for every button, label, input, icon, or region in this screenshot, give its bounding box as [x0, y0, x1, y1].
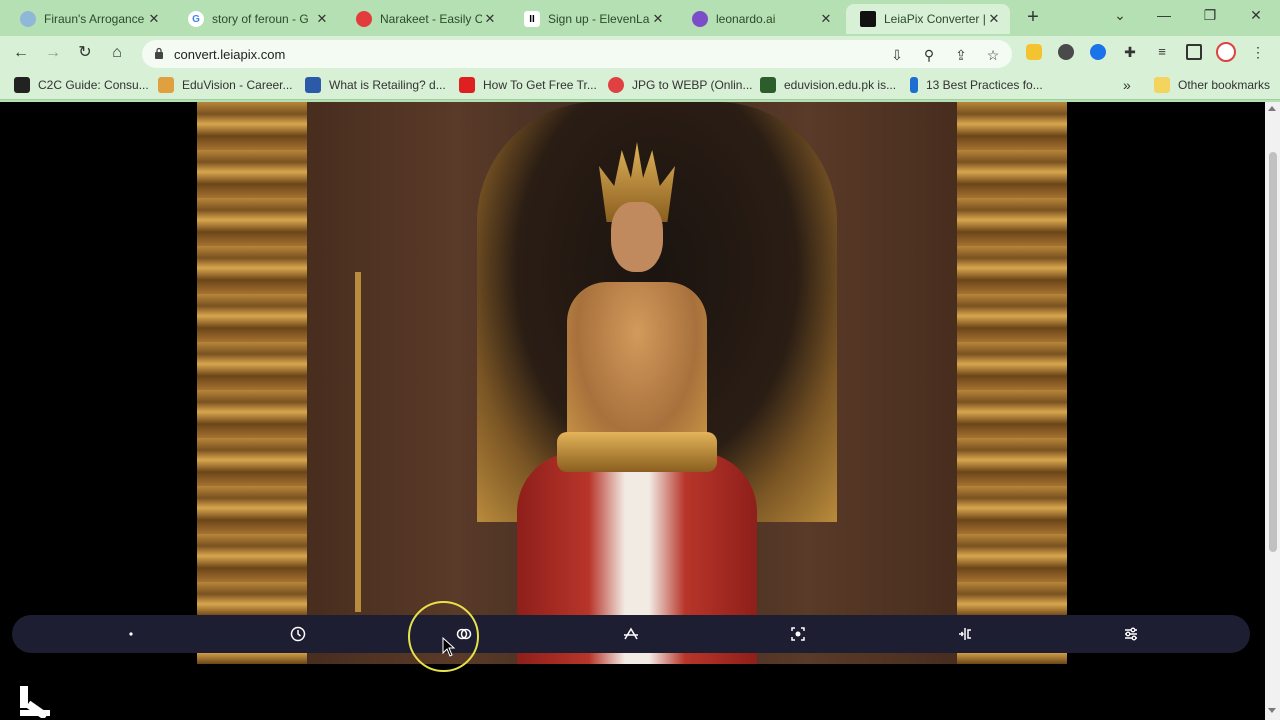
- golden-pillar-left: [197, 102, 307, 664]
- bookmark-eduvision-pk[interactable]: eduvision.edu.pk is...: [760, 76, 896, 94]
- install-app-icon[interactable]: ⇩: [888, 46, 906, 64]
- tab-leiapix[interactable]: LeiaPix Converter | ✕: [846, 4, 1010, 34]
- bookmark-label: eduvision.edu.pk is...: [784, 78, 897, 92]
- zoom-icon[interactable]: ⚲: [920, 46, 938, 64]
- youtube-icon: [459, 77, 475, 93]
- viewer-control-bar: [12, 615, 1250, 653]
- other-bookmarks-label: Other bookmarks: [1178, 78, 1271, 92]
- bookmark-eduvision[interactable]: EduVision - Career...: [158, 76, 293, 94]
- leiapix-logo: [20, 686, 50, 718]
- bookmark-star-icon[interactable]: ☆: [984, 46, 1002, 64]
- bookmark-label: C2C Guide: Consu...: [38, 78, 149, 92]
- scroll-up-arrow-icon[interactable]: [1268, 106, 1276, 111]
- leiapix-viewer: [0, 102, 1265, 720]
- url-text: convert.leiapix.com: [174, 47, 286, 62]
- new-tab-button[interactable]: +: [1022, 6, 1044, 28]
- tab-elevenlabs[interactable]: II Sign up - ElevenLa ✕: [510, 4, 674, 34]
- torso: [567, 282, 707, 452]
- face: [611, 202, 663, 272]
- scroll-down-arrow-icon[interactable]: [1268, 708, 1276, 713]
- close-icon[interactable]: ✕: [986, 11, 1002, 27]
- bookmark-youtube[interactable]: How To Get Free Tr...: [459, 76, 597, 94]
- info-icon: [910, 77, 918, 93]
- bookmark-c2c-guide[interactable]: C2C Guide: Consu...: [14, 76, 149, 94]
- elevenlabs-icon: II: [524, 11, 540, 27]
- extension-yellow-icon[interactable]: [1026, 44, 1042, 60]
- crown-icon: [158, 77, 174, 93]
- close-icon[interactable]: ✕: [146, 11, 162, 27]
- tab-strip: Firaun's Arrogance ✕ G story of feroun -…: [0, 0, 1280, 36]
- close-icon[interactable]: ✕: [818, 11, 834, 27]
- address-bar[interactable]: convert.leiapix.com ⇩ ⚲ ⇪ ☆: [142, 40, 1012, 68]
- close-window-icon[interactable]: ✕: [1236, 4, 1276, 26]
- tab-title: Narakeet - Easily C: [380, 12, 482, 26]
- golden-pillar-right: [957, 102, 1067, 664]
- bookmark-retailing[interactable]: What is Retailing? d...: [305, 76, 446, 94]
- globe-icon: [20, 11, 36, 27]
- extension-blue-icon[interactable]: [1090, 44, 1106, 60]
- scrollbar-thumb[interactable]: [1269, 152, 1277, 552]
- site-icon: [760, 77, 776, 93]
- dot-icon[interactable]: [121, 624, 141, 644]
- back-arrow-icon[interactable]: ←: [10, 42, 32, 64]
- tab-story-of-feroun[interactable]: G story of feroun - G ✕: [174, 4, 338, 34]
- other-bookmarks[interactable]: Other bookmarks: [1154, 76, 1270, 94]
- sliders-icon[interactable]: [1121, 624, 1141, 644]
- profile-avatar[interactable]: [1216, 42, 1236, 62]
- tab-title: Firaun's Arrogance: [44, 12, 145, 26]
- side-panel-icon[interactable]: [1186, 44, 1202, 60]
- bookmark-label: EduVision - Career...: [182, 78, 293, 92]
- media-queue-icon[interactable]: ≡: [1154, 44, 1170, 60]
- bookmark-best-practices[interactable]: 13 Best Practices fo...: [910, 76, 1043, 94]
- converter-icon: [608, 77, 624, 93]
- bookmarks-overflow-button[interactable]: »: [1123, 76, 1131, 94]
- bookmark-jpg-to-webp[interactable]: JPG to WEBP (Onlin...: [608, 76, 752, 94]
- tab-narakeet[interactable]: Narakeet - Easily C ✕: [342, 4, 506, 34]
- converted-image: [197, 102, 1067, 664]
- forward-arrow-icon[interactable]: →: [42, 42, 64, 64]
- focus-frame-icon[interactable]: [788, 624, 808, 644]
- leiapix-icon: [860, 11, 876, 27]
- extensions-puzzle-icon[interactable]: ✚: [1122, 44, 1138, 60]
- tab-title: story of feroun - G: [212, 12, 309, 26]
- tab-leonardo[interactable]: leonardo.ai ✕: [678, 4, 842, 34]
- tab-title: LeiaPix Converter |: [884, 12, 986, 26]
- share-icon[interactable]: ⇪: [952, 46, 970, 64]
- menu-kebab-icon[interactable]: ⋮: [1250, 44, 1266, 60]
- pharaoh-figure: [517, 142, 757, 664]
- restore-icon[interactable]: ❐: [1190, 4, 1230, 26]
- bookmark-label: 13 Best Practices fo...: [926, 78, 1043, 92]
- leonardo-icon: [692, 11, 708, 27]
- folder-icon: [1154, 77, 1170, 93]
- close-icon[interactable]: ✕: [314, 11, 330, 27]
- minimize-icon[interactable]: —: [1144, 4, 1184, 26]
- mouse-pointer-icon: [442, 637, 456, 657]
- bookmark-label: What is Retailing? d...: [329, 78, 446, 92]
- extension-headset-icon[interactable]: [1058, 44, 1074, 60]
- belt: [557, 432, 717, 472]
- browser-toolbar: ← → ↻ ⌂ convert.leiapix.com ⇩ ⚲ ⇪ ☆ ✚ ≡ …: [0, 36, 1280, 70]
- tab-title: Sign up - ElevenLa: [548, 12, 650, 26]
- depth-split-icon[interactable]: [955, 624, 975, 644]
- tab-firauns-arrogance[interactable]: Firaun's Arrogance ✕: [6, 4, 170, 34]
- close-icon[interactable]: ✕: [482, 11, 498, 27]
- page-scrollbar[interactable]: [1265, 102, 1280, 720]
- tab-title: leonardo.ai: [716, 12, 776, 26]
- lock-icon: [155, 47, 163, 59]
- bookmark-label: JPG to WEBP (Onlin...: [632, 78, 753, 92]
- browser-chrome: Firaun's Arrogance ✕ G story of feroun -…: [0, 0, 1280, 102]
- staff: [355, 272, 361, 612]
- narakeet-icon: [356, 11, 372, 27]
- clock-icon[interactable]: [288, 624, 308, 644]
- bookmarks-bar: C2C Guide: Consu... EduVision - Career..…: [0, 70, 1280, 100]
- google-icon: G: [188, 11, 204, 27]
- home-icon[interactable]: ⌂: [106, 42, 128, 64]
- reload-icon[interactable]: ↻: [74, 42, 96, 64]
- close-icon[interactable]: ✕: [650, 11, 666, 27]
- bookmark-label: How To Get Free Tr...: [483, 78, 597, 92]
- tab-search-icon[interactable]: ⌄: [1100, 4, 1140, 26]
- c2c-icon: [14, 77, 30, 93]
- site-icon: [305, 77, 321, 93]
- animation-path-icon[interactable]: [621, 624, 641, 644]
